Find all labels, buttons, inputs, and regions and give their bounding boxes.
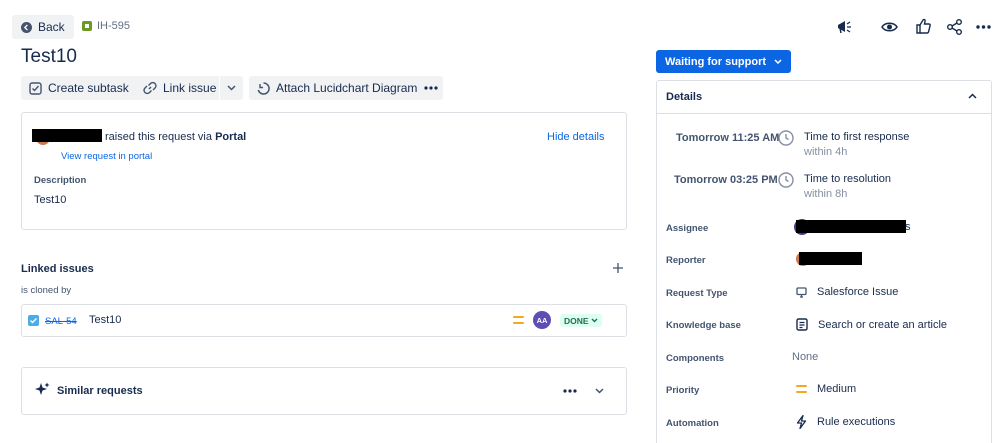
- clock-icon: [778, 130, 794, 146]
- assignee-avatar: AA: [533, 311, 551, 329]
- similar-requests-title: Similar requests: [57, 385, 143, 397]
- redacted-requester-name: [32, 129, 102, 142]
- priority-medium-icon: [796, 385, 807, 393]
- automation-text: Rule executions: [817, 416, 896, 428]
- more-dots-icon: [424, 86, 438, 90]
- similar-more-icon[interactable]: [563, 389, 577, 393]
- sla-sub-resolution: within 8h: [804, 188, 848, 200]
- linked-issues-title: Linked issues: [21, 263, 94, 275]
- attach-lucidchart-label: Attach Lucidchart Diagram: [276, 81, 418, 95]
- linked-relation-label: is cloned by: [21, 285, 72, 296]
- knowledge-base-value[interactable]: Search or create an article: [796, 318, 947, 331]
- thumbs-up-icon[interactable]: [916, 18, 931, 34]
- request-type-text: Salesforce Issue: [817, 286, 899, 298]
- issue-type-icon: [82, 21, 92, 31]
- assignee-suffix: s: [905, 221, 911, 233]
- view-portal-link[interactable]: View request in portal: [61, 151, 152, 162]
- priority-value[interactable]: Medium: [796, 383, 856, 395]
- watch-eye-icon[interactable]: [881, 19, 898, 35]
- linked-status-badge[interactable]: DONE: [560, 314, 602, 327]
- more-actions-icon[interactable]: [976, 25, 991, 29]
- issue-key-link[interactable]: IH-595: [82, 20, 130, 32]
- chevron-down-icon: [227, 85, 236, 91]
- priority-label: Priority: [666, 385, 700, 396]
- status-label: Waiting for support: [665, 55, 767, 68]
- assignee-label: Assignee: [666, 223, 709, 234]
- hide-details-link[interactable]: Hide details: [547, 131, 604, 143]
- automation-value[interactable]: Rule executions: [796, 415, 895, 429]
- task-checkbox-icon: [28, 315, 39, 326]
- toolbar-more-button[interactable]: [419, 76, 443, 100]
- reporter-label: Reporter: [666, 255, 706, 266]
- link-issue-button[interactable]: Link issue: [135, 76, 225, 100]
- chevron-down-icon: [591, 318, 598, 323]
- lightning-icon: [796, 415, 807, 429]
- redacted-assignee-name: [796, 220, 906, 233]
- monitor-icon: [796, 286, 807, 298]
- priority-medium-icon: [513, 316, 524, 324]
- link-issue-label: Link issue: [163, 81, 217, 95]
- chevron-down-icon: [774, 59, 782, 64]
- issue-key: IH-595: [97, 20, 131, 32]
- details-header[interactable]: [657, 81, 991, 114]
- back-label: Back: [38, 20, 65, 34]
- request-type-label: Request Type: [666, 288, 728, 299]
- request-type-value[interactable]: Salesforce Issue: [796, 286, 898, 298]
- sla-label-first-response: Time to first response: [804, 131, 910, 143]
- megaphone-icon[interactable]: [836, 19, 852, 35]
- request-panel: [21, 112, 627, 230]
- components-label: Components: [666, 353, 725, 364]
- description-label: Description: [34, 175, 87, 186]
- details-title: Details: [666, 91, 703, 103]
- portal-label: Portal: [215, 131, 247, 143]
- share-icon[interactable]: [947, 19, 962, 35]
- linked-issue-summary[interactable]: Test10: [89, 314, 121, 326]
- status-badge-label: DONE: [564, 315, 589, 326]
- lucidchart-icon: [257, 81, 270, 95]
- knowledge-base-label: Knowledge base: [666, 320, 741, 331]
- status-dropdown-button[interactable]: Waiting for support: [656, 50, 791, 73]
- chevron-down-icon[interactable]: [595, 388, 604, 394]
- priority-text: Medium: [817, 383, 857, 395]
- subtask-icon: [29, 81, 42, 95]
- article-icon: [796, 318, 808, 331]
- create-subtask-button[interactable]: Create subtask: [21, 76, 137, 100]
- automation-label: Automation: [666, 418, 719, 429]
- create-subtask-label: Create subtask: [48, 81, 129, 95]
- back-arrow-icon: [21, 21, 32, 33]
- sla-time-resolution: Tomorrow 03:25 PM: [674, 174, 778, 186]
- raised-request-text: raised this request via Portal: [105, 131, 247, 143]
- chevron-up-icon[interactable]: [968, 93, 977, 99]
- sla-label-resolution: Time to resolution: [804, 173, 892, 185]
- link-icon: [143, 81, 157, 95]
- attach-lucidchart-button[interactable]: Attach Lucidchart Diagram: [249, 76, 426, 100]
- ai-sparkle-icon: [35, 382, 50, 397]
- components-value[interactable]: None: [792, 351, 818, 363]
- linked-issue-key[interactable]: SAL-54: [45, 316, 77, 327]
- knowledge-base-text: Search or create an article: [818, 318, 948, 331]
- page-title: Test10: [21, 46, 77, 67]
- sla-sub-first-response: within 4h: [804, 146, 848, 158]
- back-button[interactable]: Back: [12, 15, 74, 39]
- clock-icon: [778, 172, 794, 188]
- add-link-icon[interactable]: [613, 263, 623, 273]
- link-issue-dropdown[interactable]: [219, 76, 243, 100]
- redacted-reporter-name: [799, 252, 862, 265]
- description-value: Test10: [34, 194, 67, 206]
- sla-time-first-response: Tomorrow 11:25 AM: [676, 132, 780, 144]
